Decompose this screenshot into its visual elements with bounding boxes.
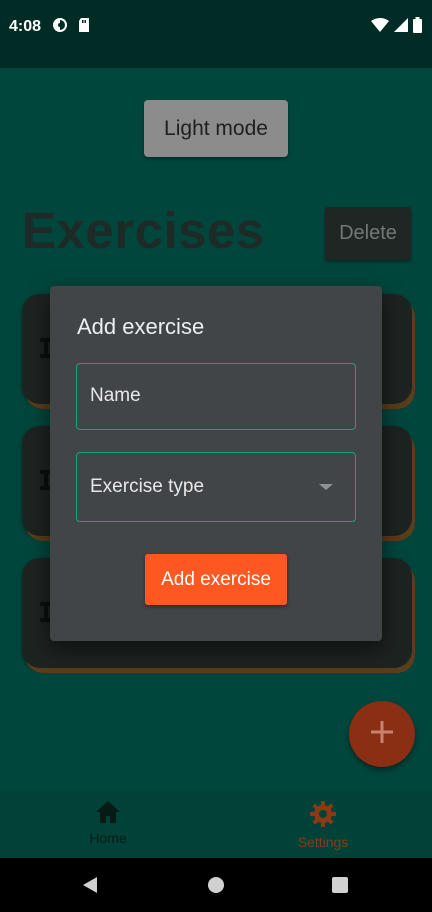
home-circle-icon[interactable] bbox=[208, 877, 224, 893]
nav-settings-label: Settings bbox=[297, 834, 349, 850]
chevron-down-icon bbox=[319, 484, 333, 490]
data-saver-icon bbox=[52, 17, 68, 38]
back-icon[interactable] bbox=[83, 877, 97, 893]
system-nav-bar bbox=[0, 858, 432, 912]
recents-icon[interactable] bbox=[332, 877, 348, 893]
page-title: Exercises bbox=[22, 202, 265, 259]
nav-home-label: Home bbox=[89, 830, 127, 846]
nav-home[interactable]: Home bbox=[80, 800, 136, 846]
add-fab-button[interactable] bbox=[349, 701, 415, 767]
exercise-type-placeholder: Exercise type bbox=[90, 476, 205, 497]
dialog-title: Add exercise bbox=[77, 314, 205, 339]
signal-icon bbox=[394, 18, 408, 37]
name-field[interactable]: Name bbox=[76, 363, 356, 430]
light-mode-button[interactable]: Light mode bbox=[144, 100, 288, 157]
bottom-nav: Home Settings bbox=[0, 790, 432, 858]
nav-settings[interactable]: Settings bbox=[288, 800, 358, 850]
battery-icon bbox=[413, 17, 422, 38]
add-exercise-button[interactable]: Add exercise bbox=[145, 554, 287, 605]
home-icon bbox=[95, 800, 121, 827]
status-time: 4:08 bbox=[9, 18, 42, 35]
status-bar: 4:08 bbox=[0, 0, 432, 68]
plus-icon bbox=[369, 719, 395, 750]
sd-card-icon bbox=[78, 17, 90, 38]
wifi-icon bbox=[371, 18, 389, 37]
exercise-type-select[interactable]: Exercise type bbox=[76, 452, 356, 522]
name-placeholder: Name bbox=[90, 385, 141, 406]
gear-icon bbox=[309, 800, 337, 831]
delete-button[interactable]: Delete bbox=[325, 207, 411, 260]
add-exercise-dialog: Add exercise Name Exercise type Add exer… bbox=[50, 286, 382, 641]
